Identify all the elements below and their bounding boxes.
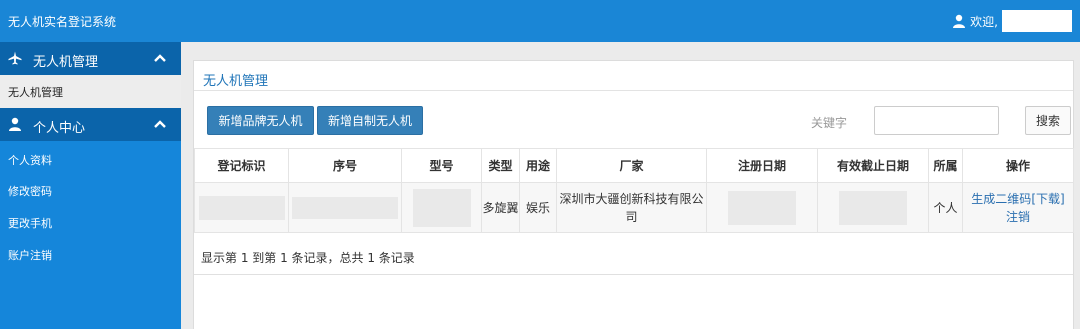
main-panel: 无人机管理 新增品牌无人机 新增自制无人机 关键字 搜索 登记标识 序号 型号 … bbox=[193, 60, 1074, 329]
redacted-value bbox=[412, 188, 471, 227]
redacted-value bbox=[728, 190, 796, 225]
cell-model bbox=[401, 182, 482, 233]
table-header-row: 登记标识 序号 型号 类型 用途 厂家 注册日期 有效截止日期 所属 操作 bbox=[194, 148, 1074, 183]
sidebar-item-label: 无人机管理 bbox=[8, 86, 63, 99]
sidebar-group-drone-management[interactable]: 无人机管理 bbox=[0, 42, 181, 75]
column-header[interactable]: 用途 bbox=[519, 148, 557, 183]
redacted-value bbox=[839, 190, 907, 225]
pagination-summary: 显示第 1 到第 1 条记录，总共 1 条记录 bbox=[201, 251, 415, 265]
sidebar-item-profile[interactable]: 个人资料 bbox=[8, 152, 52, 168]
cell-type: 多旋翼 bbox=[481, 182, 520, 233]
user-area: 欢迎, bbox=[952, 10, 1072, 32]
download-link[interactable]: [下载] bbox=[1031, 192, 1064, 206]
cell-serial bbox=[288, 182, 402, 233]
app-title: 无人机实名登记系统 bbox=[8, 15, 117, 29]
add-brand-drone-button[interactable]: 新增品牌无人机 bbox=[207, 106, 314, 135]
generate-qr-link[interactable]: 生成二维码 bbox=[971, 192, 1031, 206]
sidebar-group-label: 无人机管理 bbox=[33, 55, 99, 70]
sidebar-group-personal-center[interactable]: 个人中心 bbox=[0, 108, 181, 141]
cancel-registration-link[interactable]: 注销 bbox=[1006, 210, 1030, 224]
column-header[interactable]: 厂家 bbox=[556, 148, 707, 183]
column-header[interactable]: 有效截止日期 bbox=[817, 148, 929, 183]
user-icon bbox=[9, 117, 21, 131]
search-button[interactable]: 搜索 bbox=[1025, 106, 1071, 135]
keyword-label: 关键字 bbox=[811, 116, 848, 130]
redacted-value bbox=[198, 195, 285, 220]
welcome-text: 欢迎, bbox=[970, 14, 998, 29]
cell-owner: 个人 bbox=[928, 182, 963, 233]
sidebar-item-change-password[interactable]: 修改密码 bbox=[8, 183, 52, 199]
keyword-input[interactable] bbox=[874, 106, 999, 135]
sidebar-group-label: 个人中心 bbox=[33, 121, 86, 136]
table-row[interactable]: 多旋翼 娱乐 深圳市大疆创新科技有限公司 个人 生成二维码[下载] 注销 bbox=[194, 182, 1074, 233]
page-title: 无人机管理 bbox=[203, 74, 269, 89]
plane-icon bbox=[8, 51, 22, 65]
cell-maker: 深圳市大疆创新科技有限公司 bbox=[556, 182, 707, 233]
cell-actions: 生成二维码[下载] 注销 bbox=[962, 182, 1074, 233]
cell-reg-id bbox=[194, 182, 289, 233]
user-icon bbox=[953, 14, 966, 28]
column-header[interactable]: 登记标识 bbox=[194, 148, 289, 183]
column-header[interactable]: 操作 bbox=[962, 148, 1074, 183]
sidebar-item-drone-management[interactable]: 无人机管理 bbox=[0, 75, 181, 108]
column-header[interactable]: 所属 bbox=[928, 148, 963, 183]
sidebar-item-change-phone[interactable]: 更改手机 bbox=[8, 215, 52, 231]
sidebar-item-cancel-account[interactable]: 账户注销 bbox=[8, 247, 52, 263]
chevron-up-icon[interactable] bbox=[154, 119, 166, 129]
redacted-value bbox=[292, 196, 398, 219]
drone-table: 登记标识 序号 型号 类型 用途 厂家 注册日期 有效截止日期 所属 操作 多旋… bbox=[194, 148, 1074, 233]
cell-expiry bbox=[817, 182, 929, 233]
add-custom-drone-button[interactable]: 新增自制无人机 bbox=[317, 106, 423, 135]
column-header[interactable]: 型号 bbox=[401, 148, 482, 183]
cell-reg-date bbox=[706, 182, 818, 233]
column-header[interactable]: 序号 bbox=[288, 148, 402, 183]
column-header[interactable]: 注册日期 bbox=[706, 148, 818, 183]
column-header[interactable]: 类型 bbox=[481, 148, 520, 183]
top-bar: 无人机实名登记系统 欢迎, bbox=[0, 0, 1080, 42]
title-divider bbox=[194, 90, 1073, 91]
sidebar: 无人机管理 无人机管理 个人中心 个人资料 修改密码 更改手机 账户注销 bbox=[0, 42, 181, 329]
username-box[interactable] bbox=[1002, 10, 1072, 32]
table-bottom-divider bbox=[194, 274, 1073, 275]
cell-usage: 娱乐 bbox=[519, 182, 557, 233]
chevron-up-icon[interactable] bbox=[154, 53, 166, 63]
